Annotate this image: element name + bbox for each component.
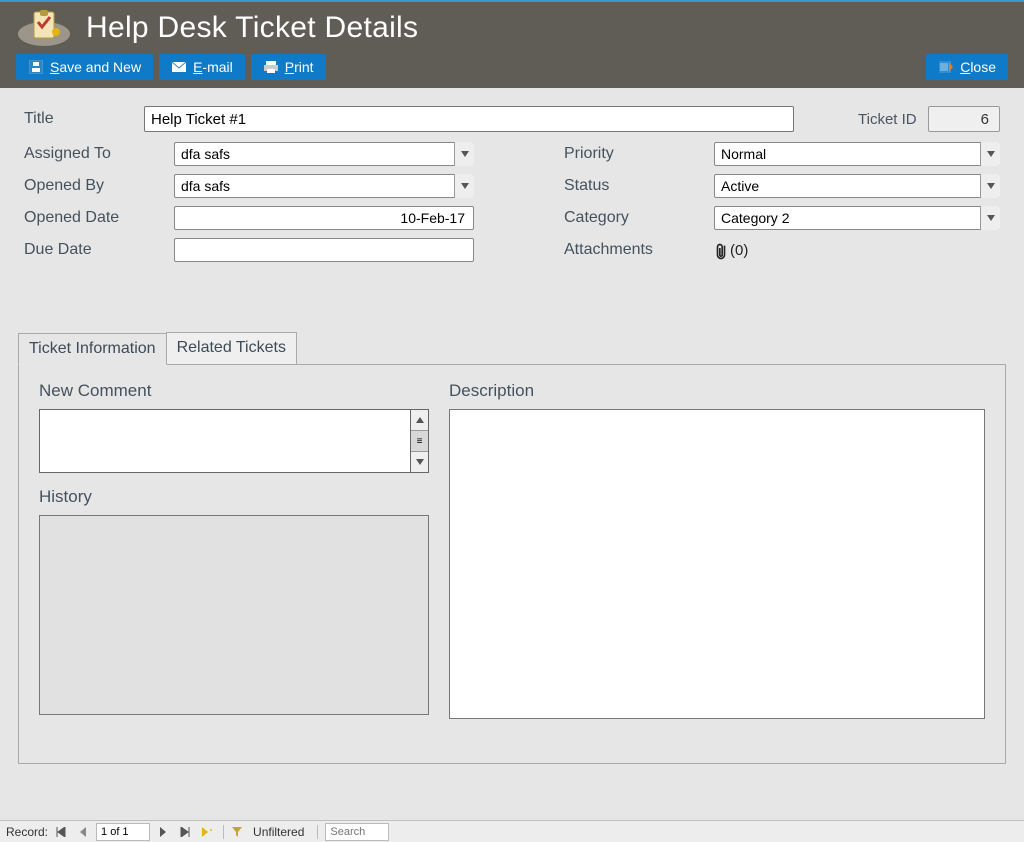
spin-up-button[interactable] [411,410,428,431]
tab-ticket-information[interactable]: Ticket Information [18,333,167,365]
new-comment-label: New Comment [39,381,429,401]
record-position-box[interactable] [96,823,150,841]
tab-panel: New Comment ≡ History Description [18,364,1006,764]
history-label: History [39,487,429,507]
record-search-input[interactable] [325,823,389,841]
chevron-down-icon[interactable] [980,206,1000,230]
new-record-button[interactable] [198,823,216,841]
email-icon [171,59,187,75]
title-input[interactable] [144,106,794,132]
spin-down-button[interactable] [411,452,428,472]
tab-related-tickets[interactable]: Related Tickets [166,332,297,364]
attachments-count: (0) [730,242,748,259]
first-record-button[interactable] [52,823,70,841]
record-navigation-bar: Record: Unfiltered [0,820,1024,842]
save-icon [28,59,44,75]
attachments-link[interactable]: (0) [714,241,748,259]
last-record-button[interactable] [176,823,194,841]
priority-combo[interactable] [714,142,1000,166]
chevron-down-icon[interactable] [980,174,1000,198]
category-combo[interactable] [714,206,1000,230]
form-header: Help Desk Ticket Details Save and New E-… [0,2,1024,88]
description-label: Description [449,381,985,401]
save-and-new-button[interactable]: Save and New [16,54,153,80]
opened-date-label: Opened Date [24,209,174,227]
opened-by-combo[interactable] [174,174,474,198]
description-box[interactable] [449,409,985,719]
category-label: Category [564,209,714,227]
email-button[interactable]: E-mail [159,54,245,80]
record-label: Record: [6,825,48,839]
due-date-input[interactable] [174,238,474,262]
filter-icon [231,826,243,838]
assigned-to-combo[interactable] [174,142,474,166]
prev-record-button[interactable] [74,823,92,841]
status-label: Status [564,177,714,195]
due-date-label: Due Date [24,241,174,259]
print-icon [263,59,279,75]
chevron-down-icon[interactable] [454,174,474,198]
tabs: Ticket Information Related Tickets New C… [18,332,1006,764]
close-button[interactable]: Close [926,54,1008,80]
close-icon [938,59,954,75]
paperclip-icon [714,241,728,259]
ticket-id-label: Ticket ID [858,111,928,128]
separator [317,825,318,839]
title-label: Title [24,110,144,128]
attachments-label: Attachments [564,241,714,259]
page-title: Help Desk Ticket Details [86,11,418,45]
spin-menu-button[interactable]: ≡ [411,431,428,452]
comment-spinner: ≡ [411,409,429,473]
separator [223,825,224,839]
opened-date-input[interactable] [174,206,474,230]
assigned-to-label: Assigned To [24,145,174,163]
new-comment-textarea[interactable] [39,409,411,473]
chevron-down-icon[interactable] [980,142,1000,166]
form-body: Title Ticket ID Assigned To Priority Ope… [0,88,1024,262]
history-box [39,515,429,715]
print-button[interactable]: Print [251,54,326,80]
status-combo[interactable] [714,174,1000,198]
app-icon [16,8,72,48]
toolbar: Save and New E-mail Print Close [16,52,1008,80]
chevron-down-icon[interactable] [454,142,474,166]
filter-status[interactable]: Unfiltered [247,825,310,839]
next-record-button[interactable] [154,823,172,841]
ticket-id-value [928,106,1000,132]
priority-label: Priority [564,145,714,163]
opened-by-label: Opened By [24,177,174,195]
